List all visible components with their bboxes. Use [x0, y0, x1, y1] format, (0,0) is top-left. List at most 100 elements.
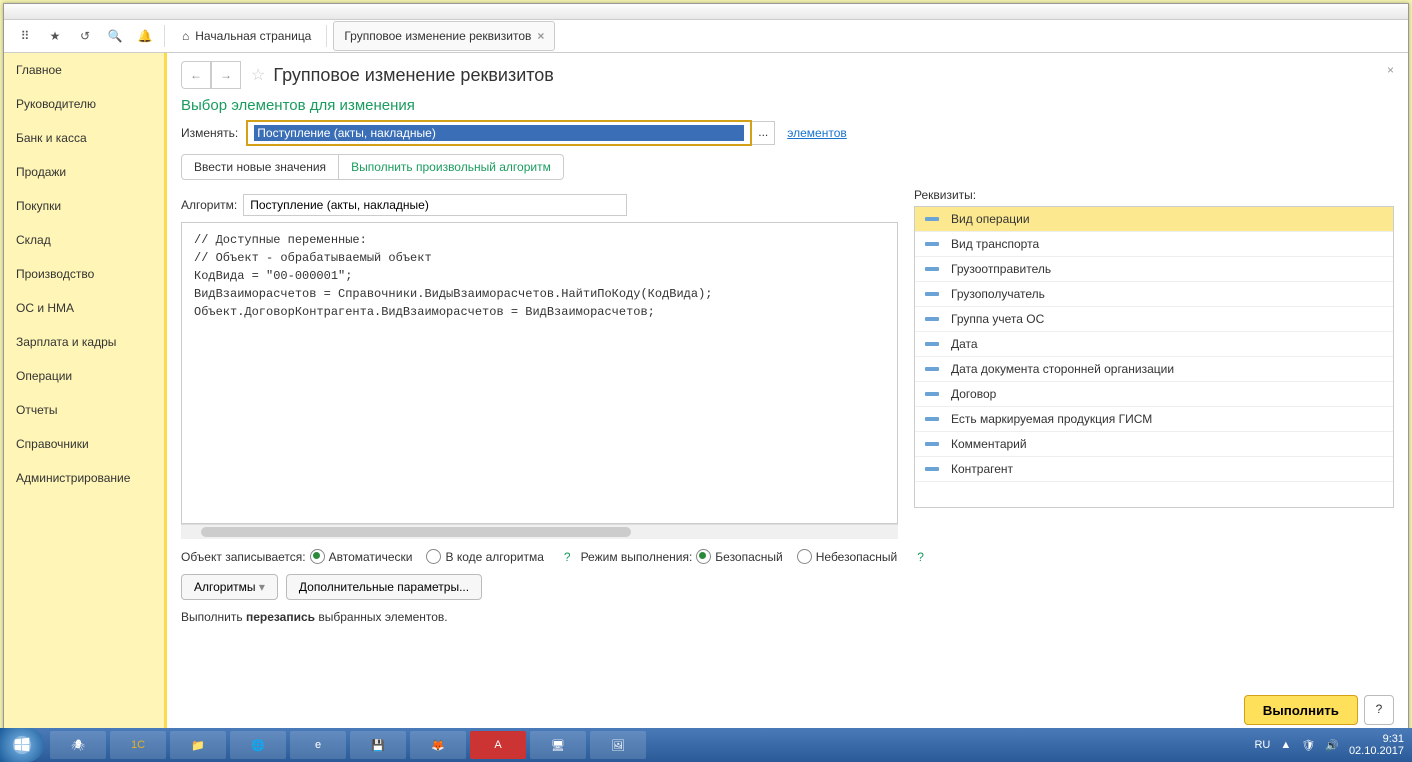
code-text: // Доступные переменные: // Объект - обр…: [182, 223, 897, 329]
field-icon: [925, 292, 939, 296]
radio-auto[interactable]: Автоматически: [310, 549, 413, 564]
help-button[interactable]: ?: [1364, 695, 1394, 725]
taskbar-app[interactable]: e: [290, 731, 346, 759]
section-title: Выбор элементов для изменения: [181, 97, 1394, 114]
bell-icon[interactable]: 🔔: [132, 23, 158, 49]
req-item[interactable]: Комментарий: [915, 432, 1393, 457]
code-editor[interactable]: // Доступные переменные: // Объект - обр…: [181, 222, 898, 524]
clock[interactable]: 9:31 02.10.2017: [1349, 733, 1404, 757]
page-title: Групповое изменение реквизитов: [273, 65, 554, 86]
change-field[interactable]: [246, 120, 752, 146]
extra-params-button[interactable]: Дополнительные параметры...: [286, 574, 482, 600]
change-input[interactable]: [254, 125, 744, 141]
field-icon: [925, 417, 939, 421]
execute-button[interactable]: Выполнить: [1244, 695, 1358, 725]
tab-home-label: Начальная страница: [195, 29, 311, 43]
field-icon: [925, 242, 939, 246]
field-icon: [925, 442, 939, 446]
lang-indicator[interactable]: RU: [1254, 739, 1270, 751]
ellipsis-button[interactable]: ...: [752, 121, 775, 145]
sidebar-item-bank[interactable]: Банк и касса: [4, 121, 164, 155]
exec-mode-label: Режим выполнения:: [581, 550, 693, 564]
taskbar-app[interactable]: 🕷: [50, 731, 106, 759]
footer-text: Выполнить перезапись выбранных элементов…: [181, 610, 1394, 624]
radio-safe[interactable]: Безопасный: [696, 549, 782, 564]
taskbar-app[interactable]: 🌐: [230, 731, 286, 759]
obj-write-label: Объект записывается:: [181, 550, 306, 564]
sidebar-item-reports[interactable]: Отчеты: [4, 393, 164, 427]
tab-active-label: Групповое изменение реквизитов: [344, 29, 531, 43]
favorite-star-icon[interactable]: ☆: [251, 65, 265, 85]
volume-icon[interactable]: 🔊: [1325, 739, 1339, 752]
algo-input[interactable]: [243, 194, 627, 216]
close-page-icon[interactable]: ×: [1387, 63, 1394, 77]
requisites-label: Реквизиты:: [914, 188, 1394, 202]
sidebar-item-main[interactable]: Главное: [4, 53, 164, 87]
search-icon[interactable]: 🔍: [102, 23, 128, 49]
algo-label: Алгоритм:: [181, 198, 237, 212]
taskbar-app[interactable]: 🦊: [410, 731, 466, 759]
sidebar-item-salary[interactable]: Зарплата и кадры: [4, 325, 164, 359]
req-item[interactable]: Вид операции: [915, 207, 1393, 232]
sidebar-item-sales[interactable]: Продажи: [4, 155, 164, 189]
sidebar-item-warehouse[interactable]: Склад: [4, 223, 164, 257]
taskbar-app[interactable]: 📁: [170, 731, 226, 759]
field-icon: [925, 367, 939, 371]
req-item[interactable]: Контрагент: [915, 457, 1393, 482]
separator: [164, 25, 165, 47]
tray-icon[interactable]: 🛡: [1301, 739, 1315, 752]
change-label: Изменять:: [181, 126, 238, 140]
window-titlebar: [4, 4, 1408, 20]
tab-active[interactable]: Групповое изменение реквизитов ×: [333, 21, 555, 51]
taskbar-app[interactable]: 🖼: [590, 731, 646, 759]
tab-new-values[interactable]: Ввести новые значения: [181, 154, 339, 180]
req-item[interactable]: Вид транспорта: [915, 232, 1393, 257]
tab-home[interactable]: ⌂ Начальная страница: [171, 21, 322, 51]
req-item[interactable]: Группа учета ОС: [915, 307, 1393, 332]
horizontal-scrollbar[interactable]: [181, 524, 898, 539]
taskbar-app[interactable]: 💾: [350, 731, 406, 759]
star-icon[interactable]: ★: [42, 23, 68, 49]
requisites-list: Вид операции Вид транспорта Грузоотправи…: [914, 206, 1394, 508]
start-button[interactable]: [0, 728, 44, 762]
help-icon[interactable]: ?: [917, 550, 924, 564]
main-area: ← → ☆ Групповое изменение реквизитов × В…: [167, 53, 1408, 735]
req-item[interactable]: Дата документа сторонней организации: [915, 357, 1393, 382]
taskbar-app[interactable]: 🖥: [530, 731, 586, 759]
flag-icon[interactable]: ▲: [1280, 739, 1291, 751]
elements-link[interactable]: элементов: [787, 126, 847, 140]
field-icon: [925, 467, 939, 471]
tab-custom-algo[interactable]: Выполнить произвольный алгоритм: [339, 154, 564, 180]
sidebar-item-manager[interactable]: Руководителю: [4, 87, 164, 121]
separator: [326, 25, 327, 47]
sidebar-item-purchases[interactable]: Покупки: [4, 189, 164, 223]
sidebar-item-catalogs[interactable]: Справочники: [4, 427, 164, 461]
field-icon: [925, 217, 939, 221]
nav-forward-button[interactable]: →: [211, 61, 241, 89]
taskbar-app[interactable]: 1C: [110, 731, 166, 759]
windows-taskbar: 🕷 1C 📁 🌐 e 💾 🦊 A 🖥 🖼 RU ▲ 🛡 🔊 9:31 02.10…: [0, 728, 1412, 762]
radio-unsafe[interactable]: Небезопасный: [797, 549, 898, 564]
req-item[interactable]: Есть маркируемая продукция ГИСМ: [915, 407, 1393, 432]
field-icon: [925, 342, 939, 346]
sidebar: Главное Руководителю Банк и касса Продаж…: [4, 53, 167, 735]
req-item[interactable]: Договор: [915, 382, 1393, 407]
nav-back-button[interactable]: ←: [181, 61, 211, 89]
req-item[interactable]: Дата: [915, 332, 1393, 357]
history-icon[interactable]: ↺: [72, 23, 98, 49]
apps-icon[interactable]: ⠿: [12, 23, 38, 49]
req-item[interactable]: Грузоотправитель: [915, 257, 1393, 282]
req-item[interactable]: Грузополучатель: [915, 282, 1393, 307]
field-icon: [925, 267, 939, 271]
close-icon[interactable]: ×: [537, 29, 544, 43]
field-icon: [925, 317, 939, 321]
radio-code[interactable]: В коде алгоритма: [426, 549, 543, 564]
sidebar-item-production[interactable]: Производство: [4, 257, 164, 291]
help-icon[interactable]: ?: [564, 550, 571, 564]
sidebar-item-os[interactable]: ОС и НМА: [4, 291, 164, 325]
sidebar-item-admin[interactable]: Администрирование: [4, 461, 164, 495]
sidebar-item-operations[interactable]: Операции: [4, 359, 164, 393]
home-icon: ⌂: [182, 29, 189, 43]
algorithms-button[interactable]: Алгоритмы: [181, 574, 278, 600]
taskbar-app[interactable]: A: [470, 731, 526, 759]
